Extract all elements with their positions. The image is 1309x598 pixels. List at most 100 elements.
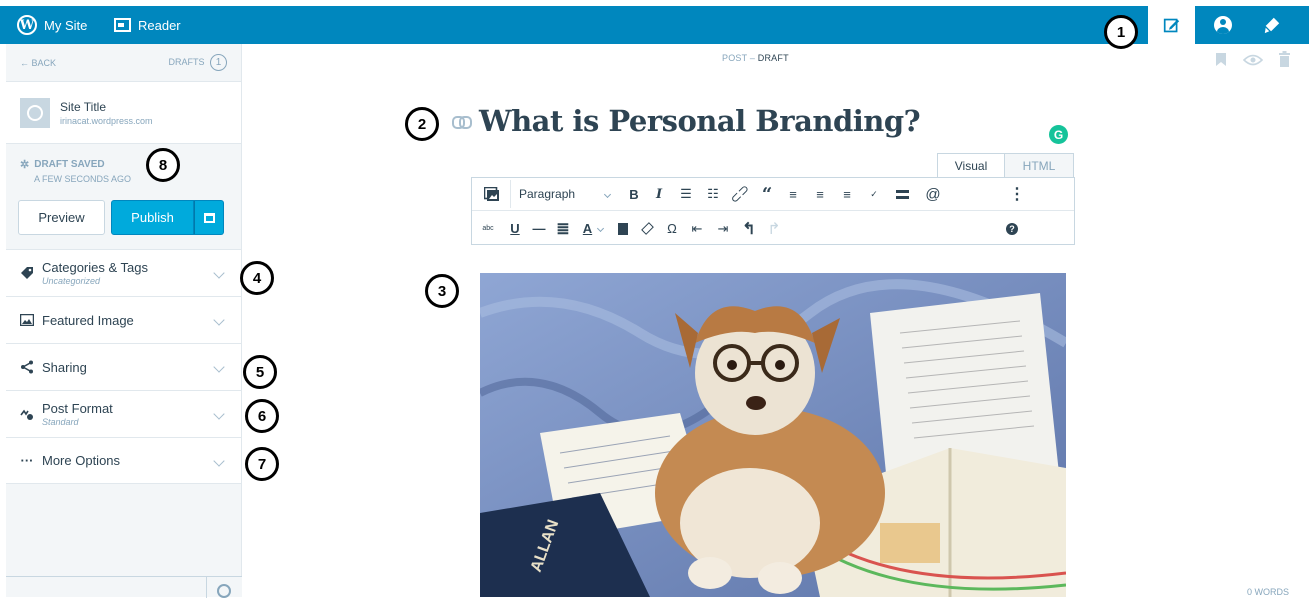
spellcheck-icon: ✓ bbox=[870, 188, 878, 199]
outdent-button[interactable]: ⇤ bbox=[684, 215, 710, 243]
more-toolbar-button[interactable]: ⋮ bbox=[1002, 180, 1032, 208]
bookmark-icon[interactable] bbox=[1215, 52, 1227, 67]
publish-actions: Preview Publish bbox=[6, 200, 241, 249]
link-icon: ⊂⊃ bbox=[726, 180, 753, 207]
justify-icon: ≣ bbox=[556, 220, 570, 238]
align-center-button[interactable]: ≡ bbox=[806, 180, 834, 208]
align-right-button[interactable]: ≡ bbox=[834, 180, 860, 208]
clear-formatting-button[interactable] bbox=[634, 215, 660, 243]
undo-icon: ↰ bbox=[742, 220, 756, 238]
site-card[interactable]: Site Title irinacat.wordpress.com bbox=[6, 82, 241, 144]
underline-icon: U bbox=[510, 221, 520, 236]
reader-icon bbox=[114, 18, 131, 32]
numbered-list-icon: ☷ bbox=[707, 186, 719, 201]
post-status-separator: – bbox=[749, 53, 756, 63]
post-title[interactable]: What is Personal Branding? bbox=[479, 104, 921, 138]
post-image[interactable]: ALLAN bbox=[480, 273, 1066, 597]
tab-html[interactable]: HTML bbox=[1005, 153, 1074, 178]
back-label: BACK bbox=[31, 57, 57, 68]
globe-icon bbox=[20, 97, 50, 128]
callout-badge: 7 bbox=[245, 447, 279, 481]
paragraph-format-select[interactable]: Paragraph bbox=[510, 180, 622, 208]
clipboard-icon bbox=[618, 222, 628, 235]
paste-text-button[interactable] bbox=[612, 215, 634, 243]
at-sign-icon: @ bbox=[925, 185, 941, 203]
tag-icon bbox=[20, 266, 34, 280]
horizontal-rule-button[interactable]: — bbox=[526, 215, 552, 243]
outdent-icon: ⇤ bbox=[691, 220, 703, 236]
sidebar-section-featured-image[interactable]: Featured Image bbox=[6, 296, 241, 343]
write-post-button[interactable] bbox=[1148, 6, 1195, 44]
bold-button[interactable]: B bbox=[622, 180, 646, 208]
status-title: DRAFT SAVED bbox=[34, 159, 105, 170]
redo-button[interactable]: ↱ bbox=[762, 215, 786, 243]
chevron-down-icon bbox=[213, 455, 225, 467]
quote-icon: “ bbox=[761, 183, 773, 205]
underline-button[interactable]: U bbox=[504, 215, 526, 243]
omega-icon: Ω bbox=[667, 221, 677, 236]
redo-icon: ↱ bbox=[767, 220, 781, 238]
italic-button[interactable]: I bbox=[646, 180, 672, 208]
status-time: A FEW SECONDS AGO bbox=[34, 174, 132, 184]
drafts-button[interactable]: DRAFTS 1 bbox=[168, 54, 227, 71]
publish-button[interactable]: Publish bbox=[111, 200, 194, 235]
tab-visual[interactable]: Visual bbox=[937, 153, 1005, 178]
indent-icon: ⇥ bbox=[717, 220, 729, 236]
read-more-icon bbox=[895, 189, 909, 199]
blockquote-button[interactable]: “ bbox=[754, 180, 780, 208]
justify-button[interactable]: ≣ bbox=[552, 215, 574, 243]
post-format-icon bbox=[20, 407, 34, 421]
contact-form-button[interactable]: @ bbox=[916, 180, 950, 208]
align-right-icon: ≡ bbox=[843, 186, 851, 202]
section-label: Post Format bbox=[42, 401, 113, 416]
back-button[interactable]: ← BACK bbox=[20, 58, 56, 68]
ellipsis-icon: ··· bbox=[20, 453, 34, 468]
media-icon bbox=[483, 187, 499, 201]
notifications-icon[interactable] bbox=[1263, 16, 1281, 34]
help-button[interactable]: ? bbox=[1002, 215, 1022, 243]
toolbar-row-1: Paragraph B I ☰ ☷ ⊂⊃ “ ≡ ≡ ≡ ✓ @ ⋮ bbox=[472, 178, 1074, 211]
special-character-button[interactable]: Ω bbox=[660, 215, 684, 243]
sidebar-section-sharing[interactable]: Sharing bbox=[6, 343, 241, 390]
indent-button[interactable]: ⇥ bbox=[710, 215, 736, 243]
insert-link-button[interactable]: ⊂⊃ bbox=[726, 180, 754, 208]
sidebar-section-post-format[interactable]: Post Format Standard bbox=[6, 390, 241, 437]
post-status-value: DRAFT bbox=[757, 53, 789, 63]
permalink-icon[interactable] bbox=[452, 116, 472, 129]
spellcheck-button[interactable]: ✓ bbox=[860, 180, 888, 208]
trash-icon[interactable] bbox=[1279, 51, 1290, 67]
chevron-down-icon bbox=[213, 314, 225, 326]
image-icon bbox=[20, 313, 34, 327]
preview-button[interactable]: Preview bbox=[18, 200, 105, 235]
my-site-link[interactable]: W My Site bbox=[17, 6, 87, 44]
read-more-button[interactable] bbox=[888, 180, 916, 208]
sidebar-section-categories-tags[interactable]: Categories & Tags Uncategorized bbox=[6, 249, 241, 296]
strikethrough-button[interactable]: abc bbox=[472, 215, 504, 243]
eraser-icon bbox=[640, 222, 654, 235]
sidebar-section-more-options[interactable]: ··· More Options bbox=[6, 437, 241, 484]
edit-icon bbox=[1163, 18, 1180, 32]
horizontal-rule-icon: — bbox=[532, 221, 546, 236]
align-left-button[interactable]: ≡ bbox=[780, 180, 806, 208]
eye-icon[interactable] bbox=[1243, 54, 1263, 66]
add-media-button[interactable] bbox=[472, 180, 510, 208]
toolbar-row-2: abc U — ≣ A Ω ⇤ ⇥ ↰ ↱ ? bbox=[472, 212, 1074, 245]
callout-badge: 1 bbox=[1104, 15, 1138, 49]
bulleted-list-icon: ☰ bbox=[680, 186, 692, 201]
numbered-list-button[interactable]: ☷ bbox=[700, 180, 726, 208]
settings-button[interactable] bbox=[206, 577, 242, 598]
chevron-down-icon bbox=[213, 361, 225, 373]
text-color-button[interactable]: A bbox=[574, 215, 612, 243]
callout-badge: 6 bbox=[245, 399, 279, 433]
my-site-label: My Site bbox=[44, 17, 88, 33]
schedule-button[interactable] bbox=[194, 200, 224, 235]
grammarly-icon[interactable]: G bbox=[1049, 125, 1068, 144]
undo-button[interactable]: ↰ bbox=[736, 215, 762, 243]
avatar[interactable] bbox=[1214, 16, 1232, 34]
bulleted-list-button[interactable]: ☰ bbox=[672, 180, 700, 208]
paragraph-label: Paragraph bbox=[519, 187, 576, 201]
sidebar-header: ← BACK DRAFTS 1 bbox=[6, 44, 241, 82]
callout-badge: 3 bbox=[425, 274, 459, 308]
post-status: POST – DRAFT bbox=[722, 53, 789, 63]
reader-link[interactable]: Reader bbox=[114, 6, 181, 44]
